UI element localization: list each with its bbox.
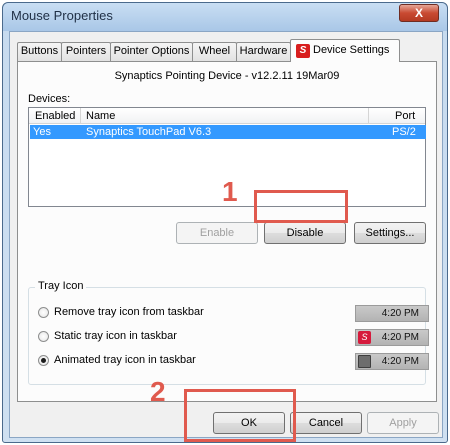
taskbar-preview: 4:20 PM xyxy=(355,353,429,370)
settings-button[interactable]: Settings... xyxy=(354,222,426,244)
taskbar-time: 4:20 PM xyxy=(381,332,419,343)
tray-icon-group: Tray Icon Remove tray icon from taskbar … xyxy=(28,280,429,385)
device-driver-title: Synaptics Pointing Device - v12.2.11 19M… xyxy=(114,70,340,82)
device-settings-panel: Synaptics Pointing Device - v12.2.11 19M… xyxy=(17,61,437,402)
row-device-name: Synaptics TouchPad V6.3 xyxy=(86,126,212,138)
column-divider[interactable] xyxy=(80,108,81,124)
enable-button[interactable]: Enable xyxy=(176,222,258,244)
table-row[interactable]: Yes Synaptics TouchPad V6.3 PS/2 xyxy=(30,125,426,139)
tab-device-settings[interactable]: S Device Settings xyxy=(290,39,400,62)
taskbar-preview: S 4:20 PM xyxy=(355,329,429,346)
disable-highlight-box xyxy=(254,190,348,223)
mouse-properties-window: Mouse Properties X Buttons Pointers Poin… xyxy=(2,2,448,443)
tab-wheel[interactable]: Wheel xyxy=(192,42,237,61)
cancel-button[interactable]: Cancel xyxy=(290,412,362,434)
step-1-marker: 1 xyxy=(222,176,238,207)
apply-button[interactable]: Apply xyxy=(367,412,439,434)
taskbar-time: 4:20 PM xyxy=(381,308,419,319)
title-bar[interactable]: Mouse Properties X xyxy=(3,3,447,31)
row-enabled: Yes xyxy=(33,126,51,138)
step-2-marker: 2 xyxy=(150,376,166,407)
animated-tray-icon-label[interactable]: Animated tray icon in taskbar xyxy=(54,354,196,366)
row-port: PS/2 xyxy=(392,126,416,138)
static-tray-icon-radio[interactable] xyxy=(38,331,49,342)
tab-buttons[interactable]: Buttons xyxy=(17,42,62,61)
touchpad-gray-icon xyxy=(358,355,371,368)
animated-tray-icon-radio[interactable] xyxy=(38,355,49,366)
tab-pointer-options[interactable]: Pointer Options xyxy=(110,42,193,61)
synaptics-red-icon: S xyxy=(358,331,371,344)
taskbar-preview: 4:20 PM xyxy=(355,305,429,322)
remove-tray-icon-label[interactable]: Remove tray icon from taskbar xyxy=(54,306,204,318)
dialog-client-area: Buttons Pointers Pointer Options Wheel H… xyxy=(9,31,443,438)
window-title: Mouse Properties xyxy=(11,8,113,23)
remove-tray-icon-radio[interactable] xyxy=(38,307,49,318)
list-header: Enabled Name Port xyxy=(29,108,425,124)
tray-icon-legend: Tray Icon xyxy=(35,280,87,292)
tab-pointers[interactable]: Pointers xyxy=(61,42,111,61)
column-divider[interactable] xyxy=(368,108,369,124)
column-name[interactable]: Name xyxy=(86,109,115,123)
devices-label: Devices: xyxy=(28,93,71,105)
column-port[interactable]: Port xyxy=(395,109,415,123)
close-button[interactable]: X xyxy=(399,4,439,22)
ok-highlight-box xyxy=(184,389,296,442)
taskbar-time: 4:20 PM xyxy=(381,356,419,367)
synaptics-icon: S xyxy=(296,44,310,58)
tab-strip: Buttons Pointers Pointer Options Wheel H… xyxy=(17,39,437,62)
static-tray-icon-label[interactable]: Static tray icon in taskbar xyxy=(54,330,177,342)
column-enabled[interactable]: Enabled xyxy=(35,109,75,123)
tab-device-settings-label: Device Settings xyxy=(313,44,390,56)
disable-button[interactable]: Disable xyxy=(264,222,346,244)
tab-hardware[interactable]: Hardware xyxy=(236,42,291,61)
